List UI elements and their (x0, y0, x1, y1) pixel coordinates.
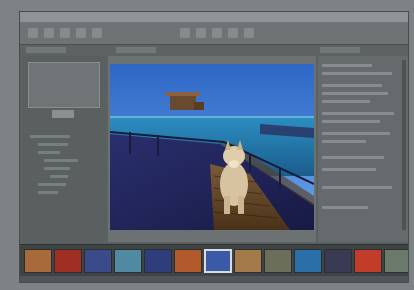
filmstrip-thumbnail[interactable] (294, 249, 322, 273)
metadata-row (322, 84, 382, 87)
tab-library[interactable] (26, 47, 66, 53)
navigator-button[interactable] (52, 110, 74, 118)
filmstrip-thumbnail[interactable] (264, 249, 292, 273)
flag-icon[interactable] (196, 28, 206, 38)
share-icon[interactable] (244, 28, 254, 38)
metadata-row (322, 120, 380, 123)
metadata-row (322, 132, 390, 135)
metadata-row (322, 100, 370, 103)
filmstrip-thumbnail[interactable] (384, 249, 408, 273)
navigator-preview[interactable] (28, 62, 100, 108)
title-bar (20, 12, 408, 22)
folder-item[interactable] (44, 167, 70, 170)
filmstrip-thumbnail[interactable] (84, 249, 112, 273)
tab-bar (20, 45, 408, 55)
folder-item[interactable] (38, 143, 68, 146)
zoom-icon[interactable] (60, 28, 70, 38)
folder-item[interactable] (50, 175, 68, 178)
folder-item[interactable] (38, 151, 60, 154)
metadata-scrollbar[interactable] (402, 60, 406, 230)
rotate-icon[interactable] (28, 28, 38, 38)
metadata-panel (318, 56, 408, 242)
folder-item[interactable] (38, 191, 58, 194)
label-icon[interactable] (212, 28, 222, 38)
filmstrip-thumbnail[interactable] (204, 249, 232, 273)
main-preview (108, 56, 316, 242)
filmstrip-thumbnail[interactable] (24, 249, 52, 273)
crop-icon[interactable] (44, 28, 54, 38)
metadata-row (322, 72, 392, 75)
status-bar (20, 276, 408, 282)
filmstrip-thumbnail[interactable] (144, 249, 172, 273)
metadata-row (322, 140, 366, 143)
toolbar (20, 22, 408, 45)
metadata-row (322, 186, 392, 189)
star-icon[interactable] (180, 28, 190, 38)
metadata-row (322, 206, 368, 209)
view-icon[interactable] (228, 28, 238, 38)
photo-viewer-window (19, 11, 409, 283)
navigator-panel (22, 56, 106, 242)
compare-icon[interactable] (76, 28, 86, 38)
filmstrip-thumbnail[interactable] (324, 249, 352, 273)
folder-item[interactable] (38, 183, 66, 186)
metadata-row (322, 156, 384, 159)
metadata-row (322, 64, 372, 67)
folder-item[interactable] (44, 159, 78, 162)
metadata-row (322, 92, 388, 95)
filmstrip (20, 244, 408, 279)
filmstrip-thumbnail[interactable] (234, 249, 262, 273)
photo-image[interactable] (110, 64, 314, 230)
filmstrip-thumbnail[interactable] (114, 249, 142, 273)
folder-tree (30, 130, 100, 220)
filmstrip-thumbnail[interactable] (354, 249, 382, 273)
metadata-row (322, 168, 376, 171)
tab-info[interactable] (320, 47, 360, 53)
metadata-row (322, 112, 394, 115)
filmstrip-thumbnail[interactable] (54, 249, 82, 273)
tab-viewer[interactable] (116, 47, 156, 53)
filmstrip-thumbnail[interactable] (174, 249, 202, 273)
folder-item[interactable] (30, 135, 70, 138)
info-icon[interactable] (92, 28, 102, 38)
